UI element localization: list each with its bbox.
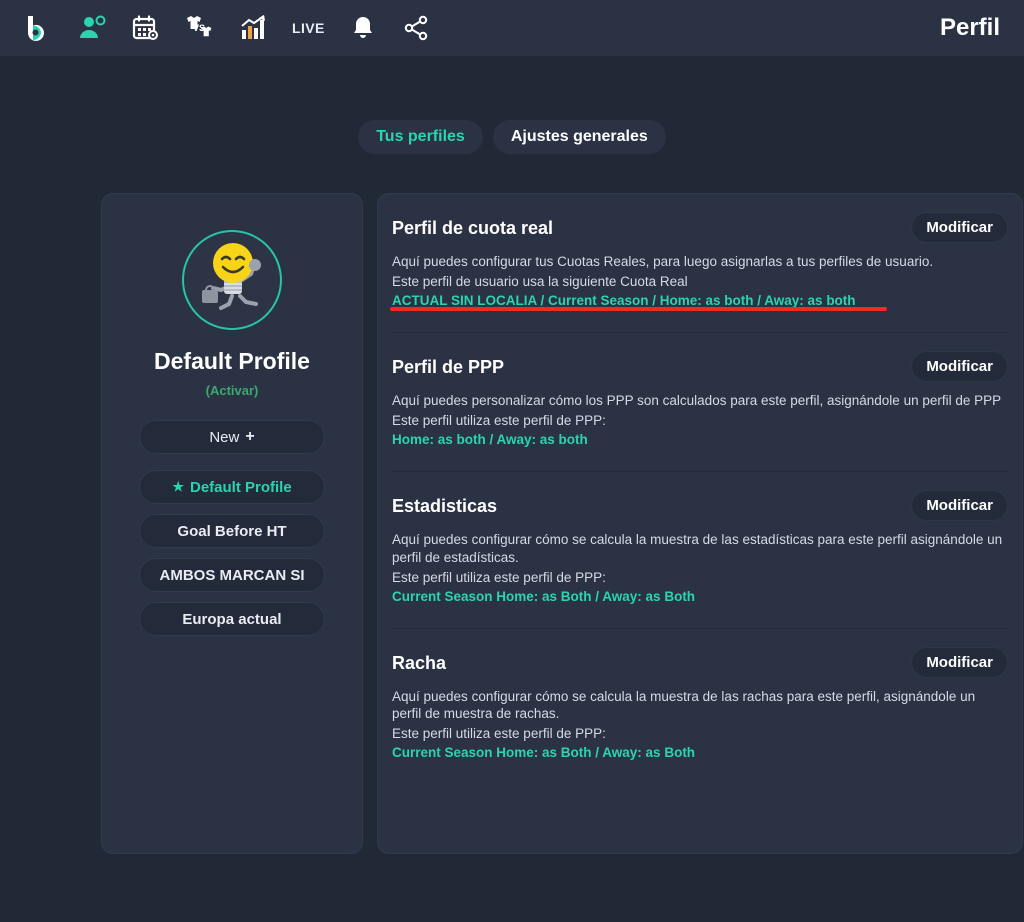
profile-item-default-profile[interactable]: ★ Default Profile bbox=[139, 470, 325, 504]
profile-card: Default Profile (Activar) New + ★ Defaul… bbox=[101, 193, 363, 854]
tab-tus-perfiles[interactable]: Tus perfiles bbox=[358, 120, 483, 154]
tab-ajustes-generales[interactable]: Ajustes generales bbox=[492, 120, 666, 154]
calendar-settings-icon[interactable] bbox=[130, 8, 162, 48]
navbar-icon-group: VS LIVE bbox=[22, 8, 433, 48]
star-icon: ★ bbox=[172, 479, 184, 494]
top-navbar: VS LIVE Perfil bbox=[0, 0, 1024, 56]
profile-item-ambos-marcan-si[interactable]: AMBOS MARCAN SI bbox=[139, 558, 325, 592]
annotation-underline bbox=[390, 307, 887, 311]
section-value: Current Season Home: as Both / Away: as … bbox=[392, 588, 696, 604]
live-text: LIVE bbox=[292, 20, 325, 36]
section-value: Home: as both / Away: as both bbox=[392, 431, 588, 447]
lightbulb-runner-icon bbox=[202, 243, 261, 310]
section-perfil-de-ppp: Perfil de PPP Modificar Aquí puedes pers… bbox=[392, 333, 1008, 472]
versus-shirts-icon[interactable]: VS bbox=[184, 8, 216, 48]
profile-item-label: Default Profile bbox=[189, 478, 292, 496]
plus-icon: + bbox=[245, 428, 255, 445]
section-perfil-de-cuota-real: Perfil de cuota real Modificar Aquí pued… bbox=[390, 194, 1008, 333]
profile-button-list: New + ★ Default Profile Goal Before HT A… bbox=[139, 420, 325, 636]
section-subtitle: Este perfil utiliza este perfil de PPP: bbox=[392, 569, 606, 585]
section-subtitle: Este perfil utiliza este perfil de PPP: bbox=[392, 412, 606, 428]
right-column: Perfil de cuota real Modificar Aquí pued… bbox=[377, 193, 1023, 854]
section-estadisticas: Estadisticas Modificar Aquí puedes confi… bbox=[392, 472, 1008, 629]
new-profile-button[interactable]: New + bbox=[139, 420, 325, 454]
section-description: Aquí puedes configurar cómo se calcula l… bbox=[392, 688, 976, 722]
modify-button-ppp[interactable]: Modificar bbox=[911, 350, 1008, 382]
section-racha: Racha Modificar Aquí puedes configurar c… bbox=[392, 629, 1008, 785]
logo-icon[interactable] bbox=[22, 8, 54, 48]
activate-link[interactable]: (Activar) bbox=[206, 383, 259, 398]
main-content: Default Profile (Activar) New + ★ Defaul… bbox=[0, 193, 1024, 854]
user-settings-icon[interactable] bbox=[76, 8, 108, 48]
page-title: Perfil bbox=[939, 14, 1000, 41]
profile-item-label: Europa actual bbox=[182, 610, 282, 628]
section-description: Aquí puedes configurar cómo se calcula l… bbox=[392, 531, 1003, 565]
modify-button-racha[interactable]: Modificar bbox=[911, 646, 1008, 678]
new-profile-label: New bbox=[209, 428, 240, 446]
section-value: Current Season Home: as Both / Away: as … bbox=[392, 745, 696, 761]
profile-item-goal-before-ht[interactable]: Goal Before HT bbox=[139, 514, 325, 548]
profile-item-label: AMBOS MARCAN SI bbox=[159, 566, 305, 584]
section-description: Aquí puedes configurar tus Cuotas Reales… bbox=[392, 254, 934, 269]
settings-sections-card: Perfil de cuota real Modificar Aquí pued… bbox=[377, 193, 1023, 854]
profile-item-europa-actual[interactable]: Europa actual bbox=[139, 602, 325, 636]
bell-icon[interactable] bbox=[347, 8, 379, 48]
section-subtitle: Este perfil utiliza este perfil de PPP: bbox=[392, 726, 606, 742]
avatar[interactable] bbox=[182, 230, 282, 330]
live-label[interactable]: LIVE bbox=[292, 8, 325, 48]
modify-button-cuota-real[interactable]: Modificar bbox=[911, 212, 1008, 243]
profile-item-label: Goal Before HT bbox=[177, 522, 287, 540]
profile-tabs: Tus perfiles Ajustes generales bbox=[0, 120, 1024, 154]
section-description: Aquí puedes personalizar cómo los PPP so… bbox=[392, 392, 1002, 408]
left-column: Default Profile (Activar) New + ★ Defaul… bbox=[101, 193, 363, 854]
section-subtitle: Este perfil de usuario usa la siguiente … bbox=[392, 273, 688, 289]
profile-name: Default Profile bbox=[154, 348, 310, 374]
stats-chart-icon[interactable] bbox=[238, 8, 270, 48]
modify-button-estadisticas[interactable]: Modificar bbox=[911, 489, 1008, 521]
share-icon[interactable] bbox=[401, 8, 433, 48]
